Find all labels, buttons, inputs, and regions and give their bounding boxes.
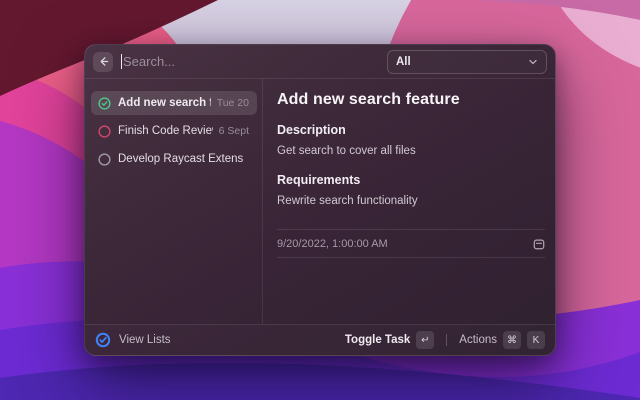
filter-dropdown-value: All [396,56,528,68]
text-cursor [121,54,122,69]
k-key-badge: K [527,331,545,349]
section-body-requirements: Rewrite search functionality [277,195,545,207]
search-input[interactable] [123,54,387,69]
actions-button[interactable]: Actions [459,334,497,346]
task-row-develop-raycast-extension[interactable]: Develop Raycast Extension [91,147,257,171]
calendar-icon [533,238,545,250]
due-date-value: 9/20/2022, 1:00:00 AM [277,238,388,250]
task-open-icon [98,153,111,166]
detail-title: Add new search feature [277,91,545,109]
task-list: Add new search feature Tue 20 Finish Cod… [85,79,263,324]
footer-separator [446,334,447,346]
todo-list-extension-icon [95,332,111,348]
due-date-row: 9/20/2022, 1:00:00 AM [277,230,545,258]
task-title: Add new search feature [118,97,211,109]
window-header: All [85,45,555,79]
task-date: Tue 20 [217,97,249,109]
filter-dropdown[interactable]: All [387,50,547,74]
window-content: Add new search feature Tue 20 Finish Cod… [85,79,555,324]
task-done-icon [98,97,111,110]
toggle-task-button[interactable]: Toggle Task [345,334,410,346]
task-date: 6 Sept [219,125,249,137]
task-open-red-icon [98,125,111,138]
footer-command-label: View Lists [119,334,171,346]
task-row-add-new-search-feature[interactable]: Add new search feature Tue 20 [91,91,257,115]
task-title: Develop Raycast Extension [118,153,243,165]
task-row-finish-code-reviews[interactable]: Finish Code Reviews 6 Sept [91,119,257,143]
chevron-down-icon [528,57,538,67]
section-heading-requirements: Requirements [277,173,545,187]
command-key-badge: ⌘ [503,331,521,349]
raycast-window: All Add new search feature Tue 20 [84,44,556,356]
action-bar: View Lists Toggle Task ↵ Actions ⌘ K [85,324,555,355]
back-button[interactable] [93,52,113,72]
task-detail: Add new search feature Description Get s… [263,79,555,324]
task-title: Finish Code Reviews [118,125,213,137]
arrow-left-icon [98,56,109,67]
section-body-description: Get search to cover all files [277,145,545,157]
section-heading-description: Description [277,123,545,137]
return-key-badge: ↵ [416,331,434,349]
